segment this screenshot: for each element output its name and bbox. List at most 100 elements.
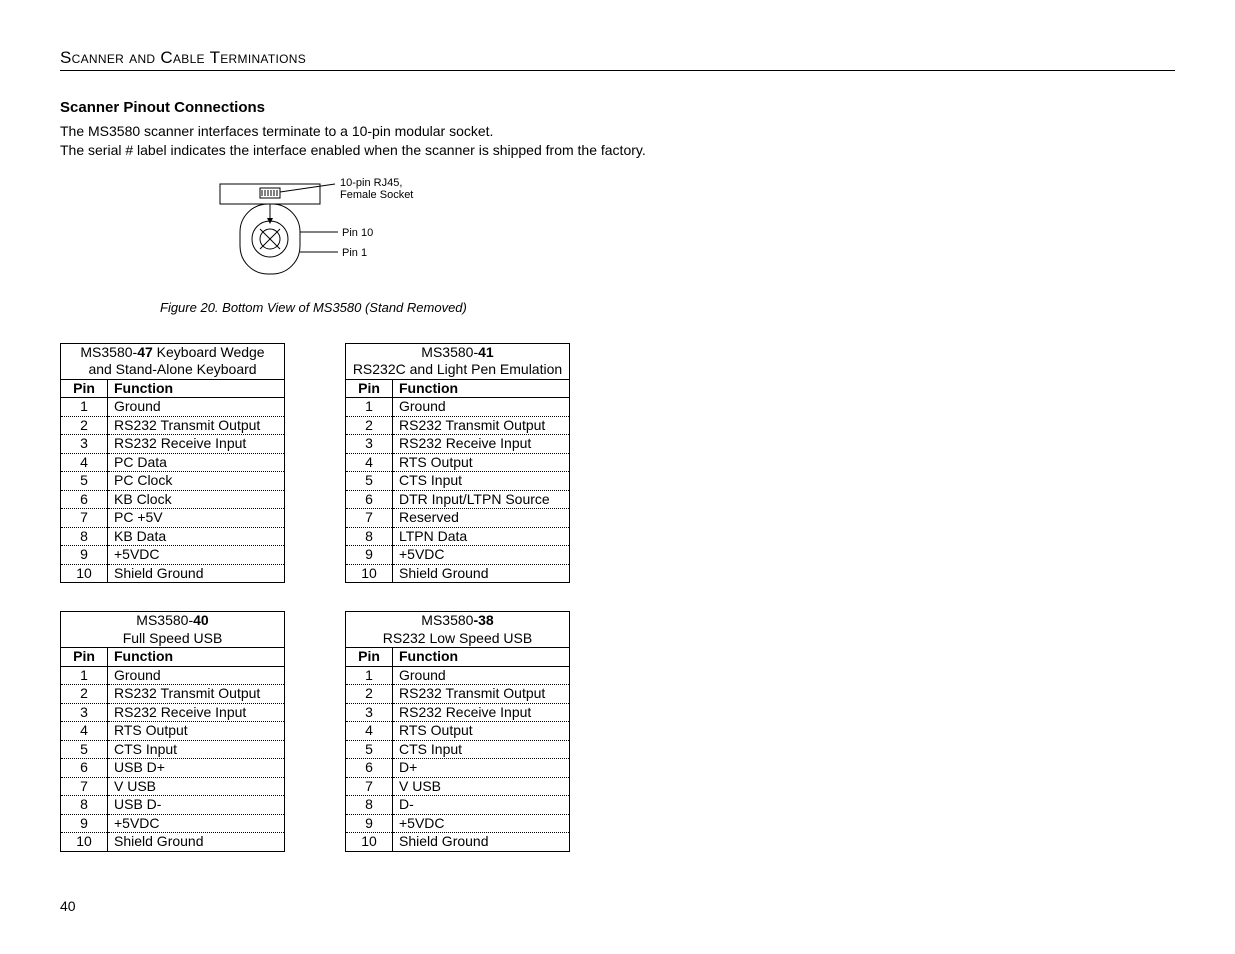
function-cell: PC Clock xyxy=(108,472,285,491)
function-cell: +5VDC xyxy=(393,546,570,565)
table-row: 6KB Clock xyxy=(61,490,285,509)
socket-diagram-icon: 10-pin RJ45, Female Socket Pin 10 Pin 1 xyxy=(210,174,470,294)
function-cell: +5VDC xyxy=(393,814,570,833)
pin-cell: 4 xyxy=(61,722,108,741)
function-cell: RTS Output xyxy=(108,722,285,741)
table-row: 9+5VDC xyxy=(346,546,570,565)
function-cell: V USB xyxy=(108,777,285,796)
pin-cell: 6 xyxy=(346,490,393,509)
table-row: 3RS232 Receive Input xyxy=(61,435,285,454)
pin-cell: 8 xyxy=(346,527,393,546)
pin-cell: 4 xyxy=(346,722,393,741)
figure-label: Female Socket xyxy=(340,189,413,201)
table-row: 2RS232 Transmit Output xyxy=(61,416,285,435)
table-row: 9+5VDC xyxy=(61,814,285,833)
function-cell: KB Data xyxy=(108,527,285,546)
function-cell: DTR Input/LTPN Source xyxy=(393,490,570,509)
function-cell: D- xyxy=(393,796,570,815)
tables-row: MS3580-47 Keyboard Wedgeand Stand-Alone … xyxy=(60,343,1175,584)
figure-caption: Figure 20. Bottom View of MS3580 (Stand … xyxy=(160,300,1175,315)
pin-cell: 9 xyxy=(61,546,108,565)
section-header: Scanner and Cable Terminations xyxy=(60,48,1175,71)
pinout-table: MS3580-41RS232C and Light Pen EmulationP… xyxy=(345,343,570,584)
table-row: 10Shield Ground xyxy=(61,564,285,583)
pin-cell: 6 xyxy=(61,759,108,778)
function-cell: +5VDC xyxy=(108,546,285,565)
pin-cell: 6 xyxy=(346,759,393,778)
table-row: 8D- xyxy=(346,796,570,815)
table-row: 10Shield Ground xyxy=(346,833,570,852)
figure-label: Pin 10 xyxy=(342,227,373,239)
function-cell: USB D+ xyxy=(108,759,285,778)
pin-cell: 4 xyxy=(61,453,108,472)
figure: 10-pin RJ45, Female Socket Pin 10 Pin 1 xyxy=(210,174,1175,294)
function-cell: Shield Ground xyxy=(393,564,570,583)
table-row: 6USB D+ xyxy=(61,759,285,778)
pin-cell: 2 xyxy=(346,416,393,435)
table-row: 10Shield Ground xyxy=(61,833,285,852)
pinout-table-40: MS3580-40Full Speed USBPinFunction1Groun… xyxy=(60,611,285,852)
table-row: 8USB D- xyxy=(61,796,285,815)
table-row: 2RS232 Transmit Output xyxy=(61,685,285,704)
table-row: 9+5VDC xyxy=(346,814,570,833)
table-row: 2RS232 Transmit Output xyxy=(346,416,570,435)
pinout-table-38: MS3580-38RS232 Low Speed USBPinFunction 1… xyxy=(345,611,570,852)
table-title: MS3580-41 xyxy=(346,343,570,361)
function-cell: CTS Input xyxy=(108,740,285,759)
pin-cell: 5 xyxy=(61,472,108,491)
function-cell: KB Clock xyxy=(108,490,285,509)
pinout-table: MS3580-47 Keyboard Wedgeand Stand-Alone … xyxy=(60,343,285,584)
col-header-pin: Pin xyxy=(61,648,108,667)
function-cell: CTS Input xyxy=(393,740,570,759)
table-title: MS3580-38 xyxy=(346,612,570,630)
pin-cell: 1 xyxy=(346,398,393,417)
function-cell: RS232 Transmit Output xyxy=(393,685,570,704)
pin-cell: 10 xyxy=(61,564,108,583)
pin-cell: 8 xyxy=(346,796,393,815)
pin-cell: 5 xyxy=(346,740,393,759)
pin-cell: 1 xyxy=(61,398,108,417)
table-row: 3RS232 Receive Input xyxy=(61,703,285,722)
pin-cell: 4 xyxy=(346,453,393,472)
function-cell: RS232 Transmit Output xyxy=(108,685,285,704)
table-row: 2RS232 Transmit Output xyxy=(346,685,570,704)
function-cell: Shield Ground xyxy=(393,833,570,852)
table-row: 10Shield Ground xyxy=(346,564,570,583)
table-title: MS3580-40 xyxy=(61,612,285,630)
pinout-table-47: MS3580-47 Keyboard Wedgeand Stand-Alone … xyxy=(60,343,285,584)
pin-cell: 1 xyxy=(61,666,108,685)
table-row: 1Ground xyxy=(346,398,570,417)
function-cell: Shield Ground xyxy=(108,564,285,583)
table-row: 6D+ xyxy=(346,759,570,778)
table-row: 5CTS Input xyxy=(346,740,570,759)
table-row: 7Reserved xyxy=(346,509,570,528)
table-row: 3RS232 Receive Input xyxy=(346,703,570,722)
function-cell: USB D- xyxy=(108,796,285,815)
col-header-function: Function xyxy=(108,379,285,398)
function-cell: D+ xyxy=(393,759,570,778)
table-row: 4RTS Output xyxy=(346,453,570,472)
function-cell: Ground xyxy=(108,398,285,417)
table-row: 8KB Data xyxy=(61,527,285,546)
table-row: 7PC +5V xyxy=(61,509,285,528)
function-cell: Ground xyxy=(393,398,570,417)
col-header-function: Function xyxy=(393,648,570,667)
pinout-table: MS3580-38RS232 Low Speed USBPinFunction 1… xyxy=(345,611,570,852)
table-row: 3RS232 Receive Input xyxy=(346,435,570,454)
table-subtitle: and Stand-Alone Keyboard xyxy=(61,361,285,379)
pin-cell: 5 xyxy=(346,472,393,491)
col-header-pin: Pin xyxy=(346,648,393,667)
table-subtitle: RS232C and Light Pen Emulation xyxy=(346,361,570,379)
function-cell: RS232 Receive Input xyxy=(393,435,570,454)
function-cell: PC Data xyxy=(108,453,285,472)
table-subtitle: Full Speed USB xyxy=(61,630,285,648)
page-number: 40 xyxy=(60,898,76,914)
table-subtitle: RS232 Low Speed USB xyxy=(346,630,570,648)
sub-header: Scanner Pinout Connections xyxy=(60,99,1175,116)
table-row: 5PC Clock xyxy=(61,472,285,491)
figure-label: 10-pin RJ45, xyxy=(340,177,402,189)
table-row: 4RTS Output xyxy=(346,722,570,741)
col-header-function: Function xyxy=(393,379,570,398)
tables-row: MS3580-40Full Speed USBPinFunction1Groun… xyxy=(60,611,1175,852)
figure-label: Pin 1 xyxy=(342,247,367,259)
